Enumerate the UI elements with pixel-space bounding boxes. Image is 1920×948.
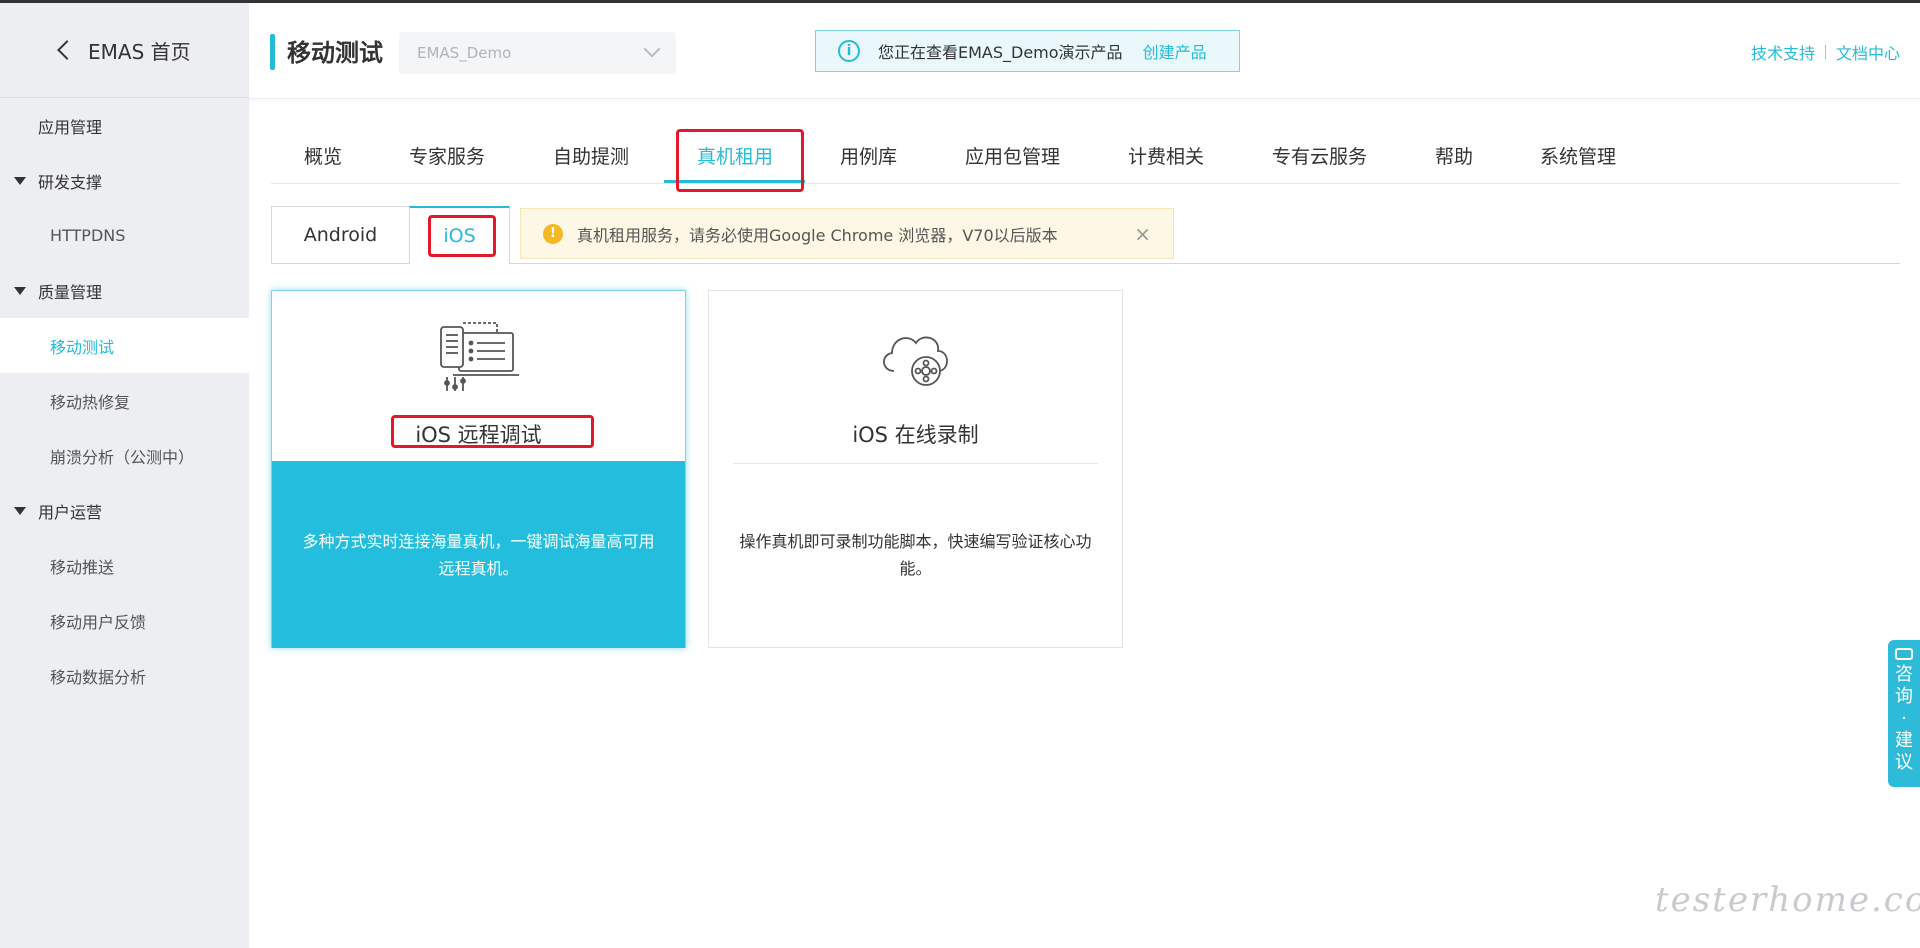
- float-char: 询: [1895, 686, 1913, 707]
- chat-icon: [1895, 648, 1913, 660]
- warning-text: 真机租用服务，请务必使用Google Chrome 浏览器，V70以后版本: [577, 225, 1058, 245]
- app-select-value: EMAS_Demo: [417, 44, 512, 62]
- app-select[interactable]: EMAS_Demo: [399, 32, 676, 74]
- sidebar-item-label: 移动推送: [50, 557, 115, 577]
- sidebar: EMAS 首页 应用管理 研发支撑 HTTPDNS 质量管理 移动测试 移动热修…: [0, 3, 249, 948]
- tab-package-management[interactable]: 应用包管理: [965, 142, 1060, 169]
- highlight-box-tab: [676, 129, 804, 192]
- sidebar-group-dev-support[interactable]: 研发支撑: [0, 153, 249, 208]
- sidebar-group-label: 用户运营: [38, 502, 103, 522]
- tab-system-management[interactable]: 系统管理: [1540, 142, 1616, 169]
- sidebar-item-label: 移动测试: [50, 337, 115, 357]
- tab-case-library[interactable]: 用例库: [840, 142, 897, 169]
- warning-icon: !: [543, 223, 563, 244]
- close-icon[interactable]: ×: [1134, 222, 1151, 246]
- card-description-text: 多种方式实时连接海量真机，一键调试海量高可用远程真机。: [302, 531, 655, 578]
- sidebar-item-crash-analysis[interactable]: 崩溃分析（公测中）: [0, 428, 249, 483]
- sidebar-group-label: 质量管理: [38, 282, 103, 302]
- caret-down-icon: [14, 286, 26, 295]
- title-accent-bar: [270, 34, 275, 70]
- sidebar-item-label: HTTPDNS: [50, 226, 126, 245]
- consult-suggest-button[interactable]: 咨 询 · 建 议: [1888, 640, 1920, 787]
- sidebar-back-home[interactable]: EMAS 首页: [0, 3, 249, 98]
- sidebar-item-label: 移动用户反馈: [50, 612, 147, 632]
- highlight-box-card-title: [391, 415, 594, 448]
- demo-notice: i 您正在查看EMAS_Demo演示产品 创建产品: [815, 30, 1240, 72]
- link-divider: [1824, 45, 1826, 59]
- caret-down-icon: [14, 176, 26, 185]
- sidebar-group-label: 研发支撑: [38, 172, 103, 192]
- tab-help[interactable]: 帮助: [1435, 142, 1473, 169]
- watermark: testerhome.com: [1655, 880, 1920, 920]
- chevron-down-icon: [643, 40, 661, 58]
- tab-android[interactable]: Android: [271, 206, 409, 264]
- browser-warning: ! 真机租用服务，请务必使用Google Chrome 浏览器，V70以后版本 …: [520, 208, 1174, 259]
- sidebar-item-label: 移动数据分析: [50, 667, 147, 687]
- tab-overview[interactable]: 概览: [304, 142, 342, 169]
- sidebar-group-quality[interactable]: 质量管理: [0, 263, 249, 318]
- float-char: ·: [1901, 708, 1907, 729]
- tab-private-cloud[interactable]: 专有云服务: [1272, 142, 1367, 169]
- platform-tabs: Android iOS ! 真机租用服务，请务必使用Google Chrome …: [271, 206, 1900, 265]
- card-title: iOS 在线录制: [852, 423, 979, 447]
- sidebar-item-label: 移动热修复: [50, 392, 131, 412]
- sidebar-item-httpdns[interactable]: HTTPDNS: [0, 208, 249, 263]
- docs-center-link[interactable]: 文档中心: [1836, 40, 1900, 64]
- float-char: 建: [1895, 730, 1913, 751]
- sidebar-item-hotfix[interactable]: 移动热修复: [0, 373, 249, 428]
- sidebar-item-label: 应用管理: [38, 117, 103, 137]
- float-char: 咨: [1895, 664, 1913, 685]
- card-description: 操作真机即可录制功能脚本，快速编写验证核心功能。: [709, 461, 1122, 648]
- sidebar-item-analytics[interactable]: 移动数据分析: [0, 648, 249, 703]
- info-icon: i: [838, 40, 860, 62]
- sidebar-group-user-ops[interactable]: 用户运营: [0, 483, 249, 538]
- sidebar-item-label: 崩溃分析（公测中）: [50, 447, 195, 467]
- chevron-left-icon: [57, 40, 77, 60]
- tab-expert-service[interactable]: 专家服务: [409, 142, 485, 169]
- tech-support-link[interactable]: 技术支持: [1751, 40, 1815, 64]
- card-ios-online-record[interactable]: iOS 在线录制 操作真机即可录制功能脚本，快速编写验证核心功能。: [708, 290, 1123, 648]
- sidebar-item-mobile-testing[interactable]: 移动测试: [0, 318, 249, 373]
- sidebar-item-feedback[interactable]: 移动用户反馈: [0, 593, 249, 648]
- float-char: 议: [1895, 752, 1913, 773]
- highlight-box-ios: [428, 215, 496, 257]
- cloud-record-icon: [876, 319, 956, 393]
- card-description: 多种方式实时连接海量真机，一键调试海量高可用远程真机。: [272, 461, 685, 648]
- sidebar-item-app-management[interactable]: 应用管理: [0, 98, 249, 153]
- create-product-link[interactable]: 创建产品: [1143, 39, 1207, 63]
- card-ios-remote-debug[interactable]: iOS 远程调试 多种方式实时连接海量真机，一键调试海量高可用远程真机。: [271, 290, 686, 648]
- notice-text: 您正在查看EMAS_Demo演示产品: [878, 43, 1123, 62]
- sidebar-item-push[interactable]: 移动推送: [0, 538, 249, 593]
- remote-debug-icon: [437, 319, 521, 397]
- sidebar-back-label: EMAS 首页: [88, 39, 191, 64]
- main-tabs: 概览 专家服务 自助提测 真机租用 用例库 应用包管理 计费相关 专有云服务 帮…: [271, 130, 1900, 184]
- page-title: 移动测试: [287, 39, 383, 67]
- card-description-text: 操作真机即可录制功能脚本，快速编写验证核心功能。: [739, 531, 1092, 578]
- tab-self-submit[interactable]: 自助提测: [553, 142, 629, 169]
- top-links: 技术支持 文档中心: [1751, 40, 1900, 64]
- caret-down-icon: [14, 506, 26, 515]
- tab-billing[interactable]: 计费相关: [1128, 142, 1204, 169]
- page-header: 移动测试 EMAS_Demo i 您正在查看EMAS_Demo演示产品 创建产品…: [249, 3, 1920, 99]
